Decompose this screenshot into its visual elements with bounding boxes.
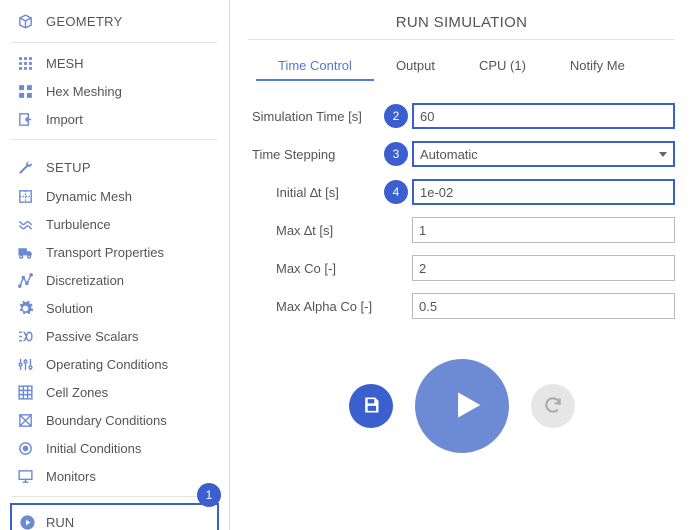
sidebar-item-label: Boundary Conditions (46, 413, 167, 428)
callout-1: 1 (197, 483, 221, 507)
sidebar: GEOMETRY MESH Hex Meshing Import SETUP D… (0, 0, 230, 530)
truck-icon (16, 243, 34, 261)
max-co-label: Max Co [-] (248, 261, 384, 276)
sidebar-item-operating-conditions[interactable]: Operating Conditions (0, 350, 229, 378)
gear-icon (16, 299, 34, 317)
divider (12, 496, 217, 497)
sidebar-item-cell-zones[interactable]: Cell Zones (0, 378, 229, 406)
refresh-button[interactable] (531, 384, 575, 428)
sidebar-item-label: Turbulence (46, 217, 111, 232)
save-icon (361, 395, 381, 418)
sidebar-item-label: Dynamic Mesh (46, 189, 132, 204)
tab-output[interactable]: Output (374, 52, 457, 81)
sidebar-item-turbulence[interactable]: Turbulence (0, 210, 229, 238)
divider (12, 42, 217, 43)
action-buttons (248, 359, 675, 453)
geometry-icon (16, 12, 34, 30)
page-title: RUN SIMULATION (248, 14, 675, 31)
sidebar-item-label: Hex Meshing (46, 84, 122, 99)
sidebar-item-transport[interactable]: Transport Properties (0, 238, 229, 266)
sim-time-label: Simulation Time [s] (248, 109, 384, 124)
sidebar-item-solution[interactable]: Solution (0, 294, 229, 322)
sidebar-item-passive-scalars[interactable]: Passive Scalars (0, 322, 229, 350)
initial-dt-label: Initial ∆t [s] (248, 185, 384, 200)
initial-dt-input[interactable] (412, 179, 675, 205)
time-stepping-select[interactable]: Automatic (412, 141, 675, 167)
import-icon (16, 110, 34, 128)
callout-3: 3 (384, 142, 408, 166)
max-dt-input[interactable] (412, 217, 675, 243)
main-panel: RUN SIMULATION Time Control Output CPU (… (230, 0, 693, 530)
play-icon (439, 386, 485, 427)
max-alpha-label: Max Alpha Co [-] (248, 299, 384, 314)
sidebar-group-setup[interactable]: SETUP (0, 146, 229, 182)
hex-icon (16, 82, 34, 100)
boundary-icon (16, 411, 34, 429)
sidebar-item-discretization[interactable]: Discretization (0, 266, 229, 294)
callout-2: 2 (384, 104, 408, 128)
sidebar-item-label: Import (46, 112, 83, 127)
sidebar-item-label: Operating Conditions (46, 357, 168, 372)
tab-time-control[interactable]: Time Control (256, 52, 374, 81)
sidebar-item-label: RUN (46, 515, 74, 530)
max-alpha-input[interactable] (412, 293, 675, 319)
scalars-icon (16, 327, 34, 345)
wrench-icon (16, 158, 34, 176)
callout-4: 4 (384, 180, 408, 204)
dynamic-mesh-icon (16, 187, 34, 205)
sidebar-item-label: Cell Zones (46, 385, 108, 400)
sliders-icon (16, 355, 34, 373)
sidebar-group-label: GEOMETRY (46, 14, 123, 29)
sidebar-item-label: Solution (46, 301, 93, 316)
sidebar-group-label: SETUP (46, 160, 91, 175)
grid-icon (16, 54, 34, 72)
tab-notify-me[interactable]: Notify Me (548, 52, 647, 81)
sidebar-group-geometry[interactable]: GEOMETRY (0, 0, 229, 36)
max-co-input[interactable] (412, 255, 675, 281)
sidebar-item-dynamic-mesh[interactable]: Dynamic Mesh (0, 182, 229, 210)
tab-cpu[interactable]: CPU (1) (457, 52, 548, 81)
monitor-icon (16, 467, 34, 485)
discretization-icon (16, 271, 34, 289)
sidebar-item-label: Discretization (46, 273, 124, 288)
play-circle-icon (18, 513, 36, 530)
sidebar-item-label: MESH (46, 56, 84, 71)
sidebar-item-boundary-conditions[interactable]: Boundary Conditions (0, 406, 229, 434)
sidebar-item-initial-conditions[interactable]: Initial Conditions (0, 434, 229, 462)
sidebar-item-monitors[interactable]: Monitors (0, 462, 229, 490)
sidebar-item-label: Passive Scalars (46, 329, 138, 344)
tabs: Time Control Output CPU (1) Notify Me (256, 52, 675, 81)
divider (248, 39, 675, 40)
run-button[interactable] (415, 359, 509, 453)
sidebar-item-mesh[interactable]: MESH (0, 49, 229, 77)
sidebar-item-label: Initial Conditions (46, 441, 141, 456)
sidebar-item-hex-meshing[interactable]: Hex Meshing (0, 77, 229, 105)
sidebar-item-label: Monitors (46, 469, 96, 484)
sidebar-item-run[interactable]: 1 RUN (10, 503, 219, 530)
save-button[interactable] (349, 384, 393, 428)
sidebar-item-import[interactable]: Import (0, 105, 229, 133)
sidebar-item-label: Transport Properties (46, 245, 164, 260)
max-dt-label: Max ∆t [s] (248, 223, 384, 238)
cell-zones-icon (16, 383, 34, 401)
divider (12, 139, 217, 140)
target-icon (16, 439, 34, 457)
refresh-icon (543, 395, 563, 418)
sim-time-input[interactable] (412, 103, 675, 129)
time-stepping-label: Time Stepping (248, 147, 384, 162)
turbulence-icon (16, 215, 34, 233)
